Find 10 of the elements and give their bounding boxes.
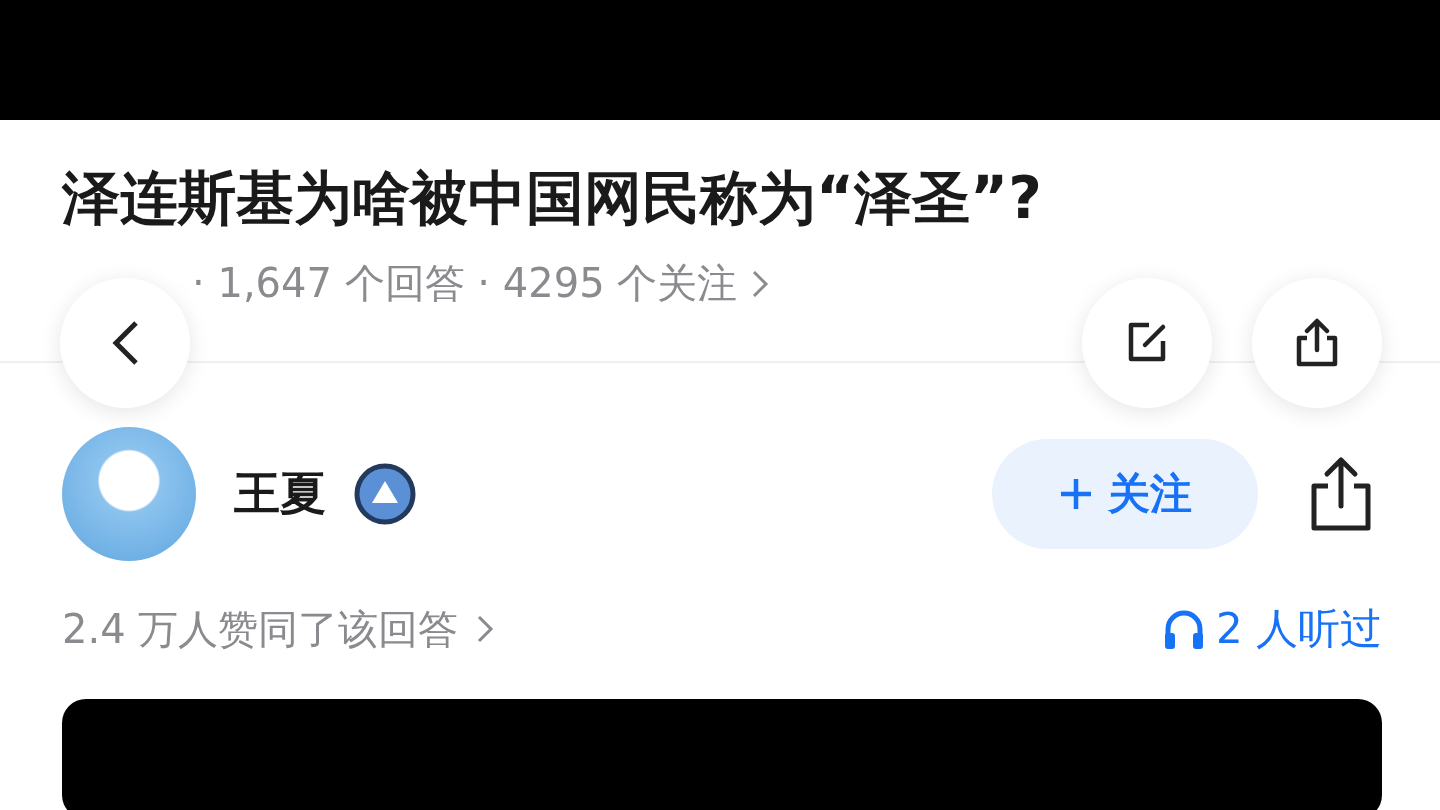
verified-badge-icon	[354, 463, 416, 525]
follow-button[interactable]: 关注	[992, 439, 1258, 549]
listen-count[interactable]: 2 人听过	[1215, 601, 1382, 657]
upvote-count[interactable]: 2.4 万人赞同了该回答	[62, 601, 459, 657]
question-stats: · 1,647 个回答 · 4295 个关注	[192, 259, 738, 308]
chevron-right-icon[interactable]	[476, 614, 495, 644]
plus-icon	[1058, 476, 1094, 512]
author-name[interactable]: 王夏	[234, 463, 326, 525]
chevron-right-icon[interactable]	[751, 268, 770, 299]
question-title: 泽连斯基为啥被中国网民称为“泽圣”?	[62, 163, 1043, 234]
